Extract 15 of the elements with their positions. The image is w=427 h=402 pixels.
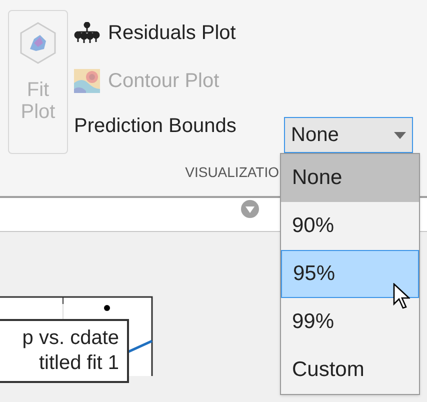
menu-item[interactable]: None [281,154,419,202]
menu-item[interactable]: 90% [281,202,419,250]
residuals-plot-button[interactable]: Residuals Plot [74,19,236,47]
section-label: VISUALIZATIO [185,163,279,182]
caret-icon [394,132,406,138]
prediction-bounds-label: Prediction Bounds [74,114,236,139]
menu-item[interactable]: Custom [281,346,419,394]
prediction-bounds-dropdown[interactable]: None [284,117,413,153]
legend-entry: p vs. cdate [22,326,119,351]
surface-plot-icon [18,21,58,65]
mouse-pointer-icon [393,283,410,310]
network-icon [74,22,100,44]
legend-entry: titled fit 1 [38,351,119,376]
contour-map-icon [74,69,100,93]
menu-item[interactable]: 99% [281,298,419,346]
